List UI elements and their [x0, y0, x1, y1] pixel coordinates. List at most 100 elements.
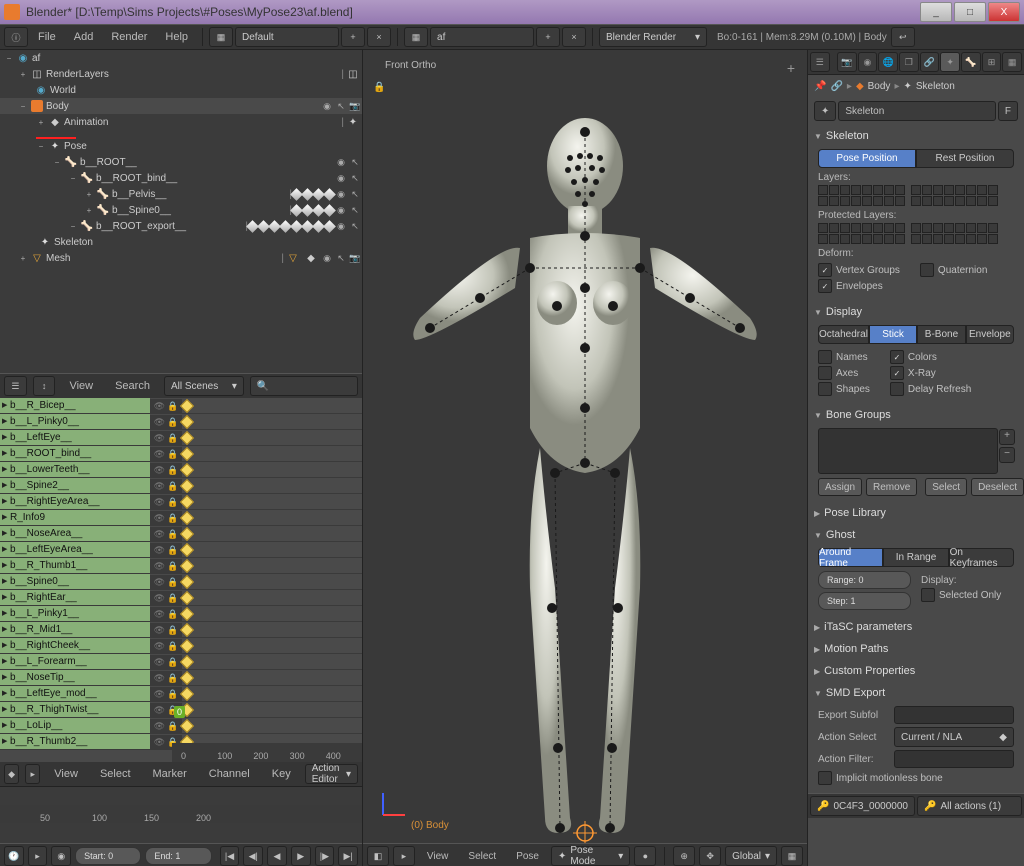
scene-dropdown[interactable]: af: [430, 27, 534, 47]
channel-row[interactable]: ▶b__LeftEye_mod__👁🔒: [0, 686, 362, 702]
scene-browse-icon[interactable]: ▦: [404, 27, 428, 47]
keyframe[interactable]: [180, 399, 194, 413]
channel-toggles[interactable]: 👁🔒: [150, 591, 182, 606]
menu-help[interactable]: Help: [157, 29, 196, 45]
renderlayers-item[interactable]: RenderLayers: [46, 69, 341, 80]
channel-name[interactable]: ▶b__L_Pinky1__: [0, 606, 150, 622]
channel-track[interactable]: [182, 718, 362, 734]
panel-bonegroups-header[interactable]: ▼Bone Groups: [810, 406, 1022, 424]
channel-row[interactable]: ▶b__L_Pinky1__👁🔒: [0, 606, 362, 622]
envelopes-check[interactable]: [818, 279, 832, 293]
select-menu[interactable]: Select: [460, 849, 504, 864]
render-engine-dropdown[interactable]: Blender Render▾: [599, 27, 707, 47]
channel-toggles[interactable]: 👁🔒: [150, 447, 182, 462]
channel-track[interactable]: [182, 558, 362, 574]
action-select-dropdown[interactable]: Current / NLA◆: [894, 727, 1014, 747]
channel-row[interactable]: ▶b__LoLip__👁🔒: [0, 718, 362, 734]
layout-dropdown[interactable]: Default: [235, 27, 339, 47]
datablock-name-field[interactable]: Skeleton: [838, 101, 996, 121]
channel-row[interactable]: ▶b__L_Pinky0__👁🔒: [0, 414, 362, 430]
export-subfolder-field[interactable]: [894, 706, 1014, 724]
breadcrumb-skeleton[interactable]: Skeleton: [916, 81, 955, 92]
outliner-view-menu[interactable]: View: [61, 378, 101, 394]
rest-position-button[interactable]: Rest Position: [916, 149, 1014, 168]
panel-poselib-header[interactable]: ▶Pose Library: [810, 504, 1022, 522]
channel-row[interactable]: ▶b__LeftEye__👁🔒: [0, 430, 362, 446]
channel-toggles[interactable]: 👁🔒: [150, 623, 182, 638]
keyframe[interactable]: [180, 495, 194, 509]
channel-toggles[interactable]: 👁🔒: [150, 511, 182, 526]
keyframe[interactable]: [180, 527, 194, 541]
scene-add-icon[interactable]: +: [536, 27, 560, 47]
expand-icon[interactable]: ▸: [28, 846, 48, 866]
channel-name[interactable]: ▶b__NoseArea__: [0, 526, 150, 542]
channel-name[interactable]: ▶b__LeftEye_mod__: [0, 686, 150, 702]
view-menu[interactable]: View: [46, 766, 86, 782]
tab-grid-icon[interactable]: ▦: [1002, 52, 1022, 72]
panel-display-header[interactable]: ▼Display: [810, 303, 1022, 321]
keyframe[interactable]: [180, 575, 194, 589]
channel-track[interactable]: [182, 414, 362, 430]
channel-track[interactable]: [182, 574, 362, 590]
view-menu[interactable]: View: [419, 849, 457, 864]
minimize-button[interactable]: _: [920, 2, 952, 22]
octahedral-button[interactable]: Octahedral: [818, 325, 869, 344]
3d-viewport[interactable]: Front Ortho + 🔒: [363, 50, 807, 843]
display-mode-dropdown[interactable]: All Scenes▾: [164, 376, 244, 396]
pose-menu[interactable]: Pose: [508, 849, 547, 864]
channel-track[interactable]: [182, 590, 362, 606]
channel-toggles[interactable]: 👁🔒: [150, 639, 182, 654]
panel-motion-header[interactable]: ▶Motion Paths: [810, 640, 1022, 658]
menu-add[interactable]: Add: [66, 29, 102, 45]
mode-dropdown[interactable]: ✦Pose Mode▾: [551, 846, 630, 866]
channel-track[interactable]: [182, 654, 362, 670]
stick-button[interactable]: Stick: [869, 325, 917, 344]
implicit-motionless-check[interactable]: [818, 771, 832, 785]
channel-row[interactable]: ▶b__RightCheek__👁🔒: [0, 638, 362, 654]
channel-toggles[interactable]: 👁🔒: [150, 399, 182, 414]
shading-icon[interactable]: ●: [634, 846, 656, 866]
on-keyframes-button[interactable]: On Keyframes: [949, 548, 1014, 567]
channel-row[interactable]: ▶b__R_Thumb1__👁🔒: [0, 558, 362, 574]
channel-row[interactable]: ▶b__LeftEyeArea__👁🔒: [0, 542, 362, 558]
armature-layers[interactable]: [818, 185, 1014, 206]
back-to-previous-icon[interactable]: ↩: [891, 27, 915, 47]
editor-type-icon[interactable]: ◧: [367, 846, 389, 866]
pose-position-button[interactable]: Pose Position: [818, 149, 916, 168]
outliner-search-menu[interactable]: Search: [107, 378, 158, 394]
envelope-button[interactable]: Envelope: [966, 325, 1014, 344]
keyframe[interactable]: [180, 655, 194, 669]
bonegroups-list[interactable]: +−: [818, 428, 998, 474]
channel-track[interactable]: [182, 670, 362, 686]
render-icon[interactable]: 📷: [348, 101, 362, 112]
body-item[interactable]: Body: [46, 101, 320, 112]
channel-track[interactable]: [182, 526, 362, 542]
editor-type-icon[interactable]: ⓘ: [4, 27, 28, 47]
keyframe[interactable]: [180, 559, 194, 573]
keyframe[interactable]: [180, 607, 194, 621]
channel-track[interactable]: [182, 446, 362, 462]
quaternion-check[interactable]: [920, 263, 934, 277]
channel-track[interactable]: [182, 398, 362, 414]
expand-icon[interactable]: ▸: [25, 764, 40, 784]
channel-name[interactable]: ▶b__LowerTeeth__: [0, 462, 150, 478]
channel-track[interactable]: [182, 606, 362, 622]
channel-toggles[interactable]: 👁🔒: [150, 719, 182, 734]
close-button[interactable]: X: [988, 2, 1020, 22]
channel-name[interactable]: ▶b__RightEyeArea__: [0, 494, 150, 510]
channel-menu[interactable]: Channel: [201, 766, 258, 782]
channel-name[interactable]: ▶b__LeftEye__: [0, 430, 150, 446]
in-range-button[interactable]: In Range: [883, 548, 948, 567]
viewport-plus-icon[interactable]: +: [783, 60, 799, 76]
panel-smd-header[interactable]: ▼SMD Export: [810, 684, 1022, 702]
channel-toggles[interactable]: 👁🔒: [150, 415, 182, 430]
footer-hash-field[interactable]: 🔑0C4F3_0000000: [810, 796, 915, 816]
datablock-icon[interactable]: ✦: [814, 101, 836, 121]
shapes-check[interactable]: [818, 382, 832, 396]
channel-track[interactable]: [182, 638, 362, 654]
channel-track[interactable]: [182, 542, 362, 558]
layout-del-icon[interactable]: ×: [367, 27, 391, 47]
channel-row[interactable]: ▶b__R_Bicep__👁🔒: [0, 398, 362, 414]
layout-add-icon[interactable]: +: [341, 27, 365, 47]
manipulator-icon[interactable]: ✥: [699, 846, 721, 866]
